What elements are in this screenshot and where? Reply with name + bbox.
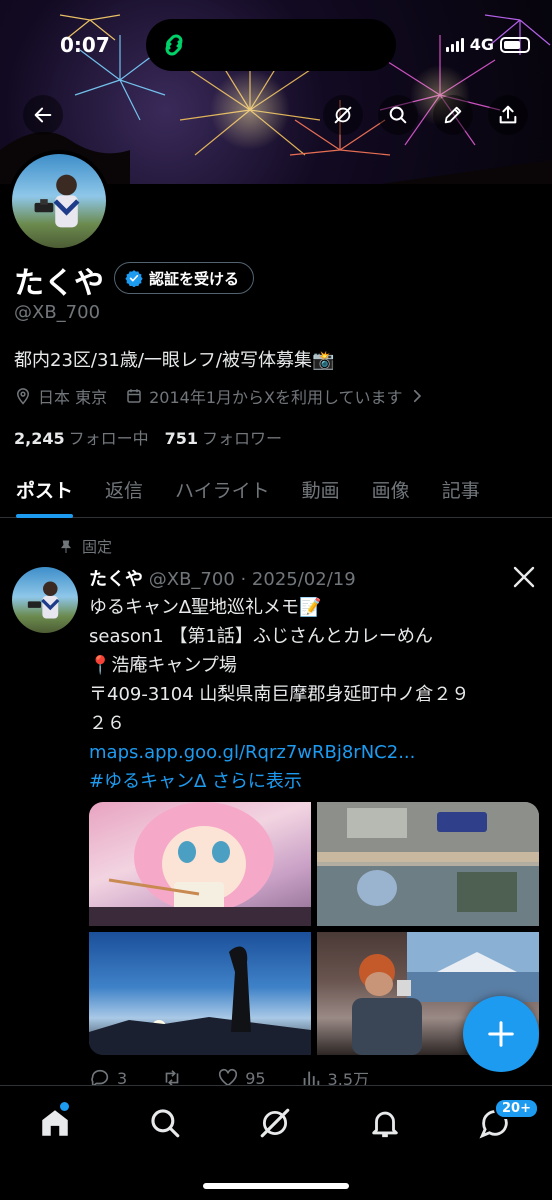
following-label: フォロー中 xyxy=(68,429,149,448)
grok-button[interactable] xyxy=(323,95,363,135)
pin-icon xyxy=(61,540,71,553)
profile-tabs: ポスト 返信 ハイライト 動画 画像 記事 xyxy=(0,460,552,518)
tweet-author-name[interactable]: たくや xyxy=(89,569,143,590)
dynamic-island xyxy=(146,19,396,71)
chevron-right-icon[interactable] xyxy=(408,387,426,405)
tab-articles[interactable]: 記事 xyxy=(426,460,496,518)
tweet-line: 〒409-3104 山梨県南巨摩郡身延町中ノ倉２９ xyxy=(89,684,470,705)
tweet-text: ゆるキャン∆聖地巡礼メモ📝 season1 【第1話】ふじさんとカレーめん 📍浩… xyxy=(89,593,539,796)
nav-messages[interactable]: 20+ xyxy=(478,1098,539,1140)
tweet-handle-date: @XB_700 · 2025/02/19 xyxy=(148,569,356,590)
tweet-line: ゆるキャン∆聖地巡礼メモ📝 xyxy=(89,597,322,618)
tweet-hashtag[interactable]: #ゆるキャン∆ xyxy=(89,771,206,792)
followers-label: フォロワー xyxy=(202,429,283,448)
status-bar: 0:07 4G xyxy=(0,0,552,90)
search-icon xyxy=(151,1109,180,1138)
verified-badge-icon xyxy=(125,270,143,287)
messages-badge: 20+ xyxy=(494,1098,539,1119)
arrow-left-icon xyxy=(34,107,52,123)
profile-avatar[interactable] xyxy=(8,150,110,252)
plus-icon xyxy=(488,1021,514,1047)
location-icon xyxy=(16,388,30,405)
nav-home[interactable] xyxy=(38,1102,72,1140)
network-label: 4G xyxy=(469,35,494,54)
lake-sunrise-image xyxy=(89,946,311,1055)
tweet-line: 📍浩庵キャンプ場 xyxy=(89,655,237,676)
share-icon xyxy=(499,105,517,124)
media-image-2[interactable] xyxy=(317,802,539,926)
pinned-label: 固定 xyxy=(82,538,113,556)
following-count: 2,245 xyxy=(14,429,65,448)
battery-icon xyxy=(500,36,530,53)
bell-icon xyxy=(372,1111,398,1138)
followers-link[interactable]: 751 フォロワー xyxy=(165,425,282,449)
calendar-icon xyxy=(127,389,141,403)
x-logo-icon xyxy=(513,566,535,588)
search-icon xyxy=(389,106,407,124)
follow-stats: 2,245 フォロー中 751 フォロワー xyxy=(14,425,282,449)
avatar-photo xyxy=(27,581,60,619)
tab-videos[interactable]: 動画 xyxy=(286,460,356,518)
grok-icon xyxy=(334,106,352,124)
status-time: 0:07 xyxy=(60,33,110,57)
profile-meta: 日本 東京 2014年1月からXを利用しています xyxy=(14,384,426,408)
tweet-line: season1 【第1話】ふじさんとカレーめん xyxy=(89,626,433,647)
signal-icon xyxy=(445,37,464,52)
anime-girl-noodles-image xyxy=(89,802,311,926)
home-indicator xyxy=(203,1183,349,1189)
tab-posts[interactable]: ポスト xyxy=(0,460,89,518)
pinned-indicator: 固定 xyxy=(58,536,112,557)
home-notification-dot xyxy=(60,1102,69,1111)
status-indicators: 4G xyxy=(445,35,530,54)
tweet-map-link[interactable]: maps.app.goo.gl/Rqrz7wRBj8rNC2... xyxy=(89,742,415,763)
nav-search[interactable] xyxy=(148,1106,182,1140)
media-image-3[interactable] xyxy=(89,932,311,1055)
tab-replies[interactable]: 返信 xyxy=(89,460,159,518)
tab-highlights[interactable]: ハイライト xyxy=(159,460,286,518)
link-app-icon xyxy=(165,34,183,56)
share-button[interactable] xyxy=(488,95,528,135)
back-button[interactable] xyxy=(23,95,63,135)
following-link[interactable]: 2,245 フォロー中 xyxy=(14,425,149,449)
grok-icon xyxy=(260,1108,290,1138)
edit-button[interactable] xyxy=(433,95,473,135)
tweet-line: ２６ xyxy=(89,713,125,734)
tab-images[interactable]: 画像 xyxy=(356,460,426,518)
location-text: 日本 東京 xyxy=(38,388,108,407)
joined-text: 2014年1月からXを利用しています xyxy=(149,388,403,407)
avatar-photo xyxy=(34,174,80,228)
get-verified-button[interactable]: 認証を受ける xyxy=(114,262,255,294)
anime-campsite-image xyxy=(317,802,539,926)
profile-handle: @XB_700 xyxy=(14,302,101,323)
followers-count: 751 xyxy=(164,429,199,448)
show-more-link[interactable]: さらに表示 xyxy=(212,771,302,792)
verify-label: 認証を受ける xyxy=(149,269,240,288)
nav-grok[interactable] xyxy=(258,1106,292,1140)
search-button[interactable] xyxy=(378,95,418,135)
profile-bio: 都内23区/31歳/一眼レフ/被写体募集📸 xyxy=(14,350,335,371)
pencil-icon xyxy=(444,106,462,124)
tweet-avatar[interactable] xyxy=(12,567,78,633)
compose-button[interactable] xyxy=(463,996,539,1072)
tweet-header: たくや @XB_700 · 2025/02/19 xyxy=(89,565,356,591)
home-icon xyxy=(42,1110,68,1136)
profile-name: たくや xyxy=(14,266,104,301)
media-image-1[interactable] xyxy=(89,802,311,926)
nav-notifications[interactable] xyxy=(368,1106,402,1140)
